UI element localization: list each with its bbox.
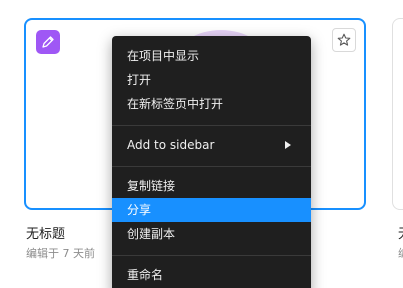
file-browser: 无标题 编辑于 7 天前 无 编 在项目中显示 打开 在新标签页中打开 Add … [0, 0, 403, 288]
menu-divider [112, 166, 311, 167]
menu-item-duplicate[interactable]: 创建副本 [112, 222, 311, 246]
menu-item-open-in-new-tab[interactable]: 在新标签页中打开 [112, 92, 311, 116]
file-edited-time: 编辑于 7 天前 [26, 247, 95, 260]
chevron-right-icon [285, 141, 291, 149]
star-icon [337, 33, 351, 46]
menu-item-copy-link[interactable]: 复制链接 [112, 174, 311, 198]
menu-item-show-in-project[interactable]: 在项目中显示 [112, 44, 311, 68]
menu-item-share[interactable]: 分享 [112, 198, 311, 222]
next-file-card[interactable] [392, 18, 403, 210]
next-file-name[interactable]: 无 [398, 223, 403, 242]
menu-divider [112, 255, 311, 256]
pencil-icon [36, 30, 60, 54]
menu-item-rename[interactable]: 重命名 [112, 263, 311, 287]
menu-divider [112, 125, 311, 126]
menu-item-open[interactable]: 打开 [112, 68, 311, 92]
next-file-edited-time: 编 [398, 245, 403, 261]
context-menu: 在项目中显示 打开 在新标签页中打开 Add to sidebar 复制链接 分… [112, 36, 311, 288]
menu-item-add-to-sidebar[interactable]: Add to sidebar [112, 133, 311, 157]
star-button[interactable] [332, 28, 356, 52]
menu-item-label: Add to sidebar [127, 138, 215, 152]
file-name[interactable]: 无标题 [26, 223, 65, 242]
